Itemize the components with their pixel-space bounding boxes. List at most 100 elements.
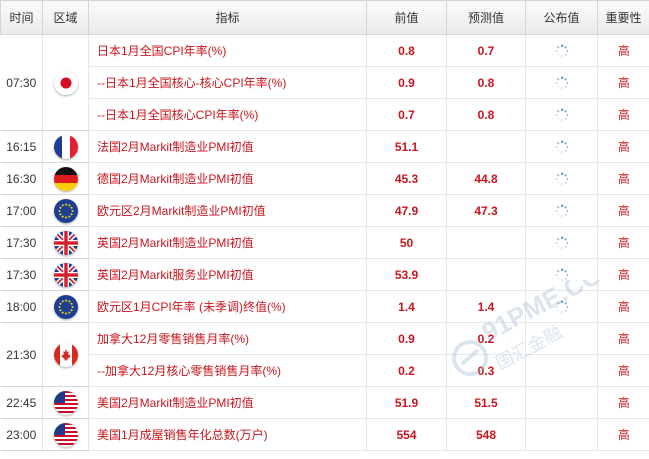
table-row[interactable]: 21:30 加拿大12月零售销售月率(%) 0.9 0.2 高 [0, 322, 649, 387]
time-cell: 17:30 [0, 226, 43, 259]
region-cell [42, 130, 89, 163]
header-previous[interactable]: 前值 [366, 0, 447, 35]
indicator-cell[interactable]: 英国2月Markit服务业PMI初值 [88, 258, 367, 291]
time-cell: 17:30 [0, 258, 43, 291]
header-indicator[interactable]: 指标 [88, 0, 367, 35]
header-time[interactable]: 时间 [0, 0, 43, 35]
time-cell: 23:00 [0, 418, 43, 451]
indicator-cell[interactable]: 美国2月Markit制造业PMI初值 [88, 386, 367, 419]
indicator-cell[interactable]: 英国2月Markit制造业PMI初值 [88, 226, 367, 259]
previous-value: 51.1 [366, 130, 447, 163]
region-cell [42, 290, 89, 323]
loading-spinner-icon [555, 172, 568, 185]
actual-pending [525, 258, 598, 291]
eu-flag-icon [53, 198, 78, 223]
importance-cell: 高 [597, 322, 649, 355]
header-actual[interactable]: 公布值 [525, 0, 598, 35]
table-row[interactable]: 22:45 美国2月Markit制造业PMI初值 51.9 51.5 高 [0, 386, 649, 419]
indicator-cell[interactable]: --加拿大12月核心零售销售月率(%) [88, 354, 367, 387]
table-row[interactable]: 16:15 法国2月Markit制造业PMI初值 51.1 高 [0, 130, 649, 163]
forecast-value: 1.4 [446, 290, 526, 323]
actual-pending [525, 98, 598, 131]
previous-value: 47.9 [366, 194, 447, 227]
actual-pending [525, 194, 598, 227]
forecast-value [446, 226, 526, 259]
actual-pending [525, 226, 598, 259]
importance-cell: 高 [597, 226, 649, 259]
previous-value: 0.2 [366, 354, 447, 387]
importance-cell: 高 [597, 290, 649, 323]
forecast-value: 0.8 [446, 66, 526, 99]
forecast-value: 548 [446, 418, 526, 451]
usa-flag-icon [53, 390, 78, 415]
table-row[interactable]: 17:00 欧元区2月Markit制造业PMI初值 47.9 47.3 高 [0, 194, 649, 227]
table-row[interactable]: 23:00 美国1月成屋销售年化总数(万户) 554 548 高 [0, 418, 649, 451]
indicator-cell[interactable]: 加拿大12月零售销售月率(%) [88, 322, 367, 355]
forecast-value: 51.5 [446, 386, 526, 419]
header-region[interactable]: 区域 [42, 0, 89, 35]
table-row[interactable]: 17:30 英国2月Markit制造业PMI初值 50 高 [0, 226, 649, 259]
indicator-cell[interactable]: 欧元区2月Markit制造业PMI初值 [88, 194, 367, 227]
indicator-cell[interactable]: --日本1月全国核心-核心CPI年率(%) [88, 66, 367, 99]
region-cell [42, 162, 89, 195]
loading-spinner-icon [555, 140, 568, 153]
loading-spinner-icon [555, 108, 568, 121]
region-cell [42, 322, 89, 387]
region-cell [42, 418, 89, 451]
economic-calendar-table: 时间 区域 指标 前值 预测值 公布值 重要性 07:30 日本1月全国CPI年… [0, 0, 649, 451]
uk-flag-icon [53, 262, 78, 287]
table-row[interactable]: --日本1月全国核心CPI年率(%) 0.7 0.8 高 [1, 98, 649, 131]
table-row[interactable]: 17:30 英国2月Markit服务业PMI初值 53.9 高 [0, 258, 649, 291]
indicator-cell[interactable]: 法国2月Markit制造业PMI初值 [88, 130, 367, 163]
previous-value: 51.9 [366, 386, 447, 419]
importance-cell: 高 [597, 354, 649, 387]
actual-pending [525, 130, 598, 163]
region-cell [42, 386, 89, 419]
table-row[interactable]: 07:30 日本1月全国CPI年率(%) 0.8 0.7 高 [0, 34, 649, 131]
importance-cell: 高 [597, 66, 649, 99]
usa-flag-icon [53, 422, 78, 447]
time-cell: 16:15 [0, 130, 43, 163]
region-cell [42, 34, 89, 131]
previous-value: 50 [366, 226, 447, 259]
importance-cell: 高 [597, 98, 649, 131]
time-cell: 16:30 [0, 162, 43, 195]
region-cell [42, 226, 89, 259]
loading-spinner-icon [555, 76, 568, 89]
header-forecast[interactable]: 预测值 [446, 0, 526, 35]
canada-flag-icon [53, 342, 78, 367]
forecast-value [446, 258, 526, 291]
time-cell: 18:00 [0, 290, 43, 323]
table-row[interactable]: --加拿大12月核心零售销售月率(%) 0.2 0.3 高 [1, 354, 649, 387]
time-cell: 17:00 [0, 194, 43, 227]
forecast-value: 0.2 [446, 322, 526, 355]
importance-cell: 高 [597, 162, 649, 195]
importance-cell: 高 [597, 194, 649, 227]
actual-pending [525, 386, 598, 419]
time-cell: 07:30 [0, 34, 43, 131]
germany-flag-icon [53, 166, 78, 191]
actual-pending [525, 162, 598, 195]
previous-value: 0.9 [366, 322, 447, 355]
actual-pending [525, 34, 598, 67]
table-row[interactable]: --日本1月全国核心-核心CPI年率(%) 0.9 0.8 高 [1, 66, 649, 99]
previous-value: 554 [366, 418, 447, 451]
table-row[interactable]: 16:30 德国2月Markit制造业PMI初值 45.3 44.8 高 [0, 162, 649, 195]
importance-cell: 高 [597, 34, 649, 67]
loading-spinner-icon [555, 268, 568, 281]
forecast-value: 47.3 [446, 194, 526, 227]
indicator-cell[interactable]: 美国1月成屋销售年化总数(万户) [88, 418, 367, 451]
indicator-cell[interactable]: 日本1月全国CPI年率(%) [88, 34, 367, 67]
importance-cell: 高 [597, 418, 649, 451]
indicator-cell[interactable]: --日本1月全国核心CPI年率(%) [88, 98, 367, 131]
previous-value: 0.8 [366, 34, 447, 67]
forecast-value: 0.3 [446, 354, 526, 387]
table-row[interactable]: 18:00 欧元区1月CPI年率 (未季调)终值(%) 1.4 1.4 高 [0, 290, 649, 323]
indicator-cell[interactable]: 德国2月Markit制造业PMI初值 [88, 162, 367, 195]
actual-pending [525, 322, 598, 355]
france-flag-icon [53, 134, 78, 159]
previous-value: 45.3 [366, 162, 447, 195]
importance-cell: 高 [597, 386, 649, 419]
indicator-cell[interactable]: 欧元区1月CPI年率 (未季调)终值(%) [88, 290, 367, 323]
header-importance[interactable]: 重要性 [597, 0, 649, 35]
